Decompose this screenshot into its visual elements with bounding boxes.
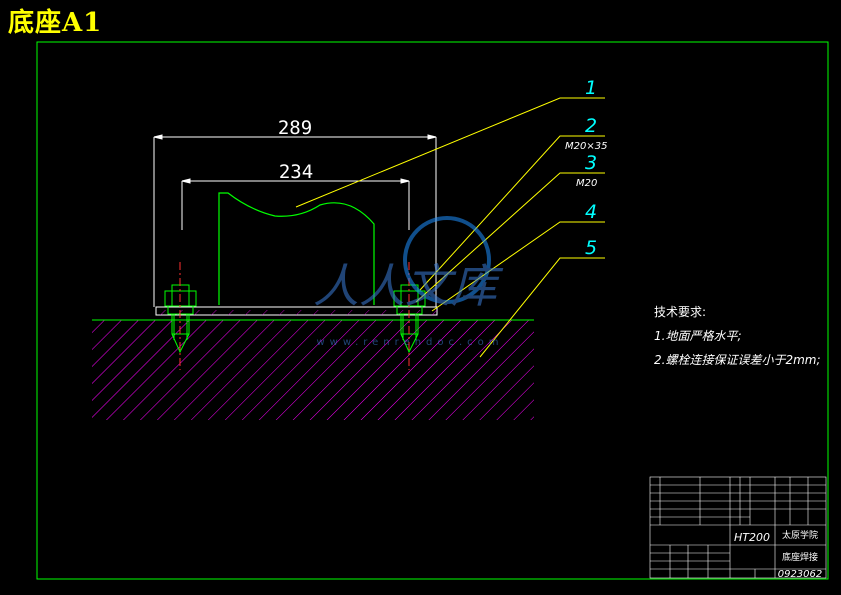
foundation-hatch: [92, 320, 534, 420]
title-block-material: HT200: [734, 531, 770, 544]
callout-number-5: 5: [585, 237, 597, 259]
title-block-school: 太原学院: [782, 529, 818, 541]
title-block-part-name: 底座焊接: [782, 551, 818, 563]
watermark-url: www.renrendoc.com: [316, 337, 503, 348]
callout-number-4: 4: [585, 201, 597, 223]
tech-req-item-2: 2.螺栓连接保证误差小于2mm;: [654, 353, 821, 367]
dimension-234-label: 234: [279, 161, 313, 183]
callout-spec-2: M20×35: [565, 141, 607, 152]
callout-number-2: 2: [585, 115, 597, 137]
title-block-drawing-number: 0923062: [778, 569, 823, 580]
dimension-234: [181, 178, 410, 230]
callout-spec-3: M20: [576, 178, 597, 189]
tech-req-item-1: 1.地面严格水平;: [654, 329, 742, 343]
dimension-289-label: 289: [278, 117, 312, 139]
watermark-text: 人人文库: [313, 259, 504, 313]
tech-req-heading: 技术要求:: [654, 305, 706, 319]
callout-number-3: 3: [585, 152, 597, 174]
cad-drawing: 289 234 1 2 M20×35 3 M20 4 5 人人文库 www.re…: [36, 41, 829, 580]
callout-number-1: 1: [585, 77, 597, 99]
